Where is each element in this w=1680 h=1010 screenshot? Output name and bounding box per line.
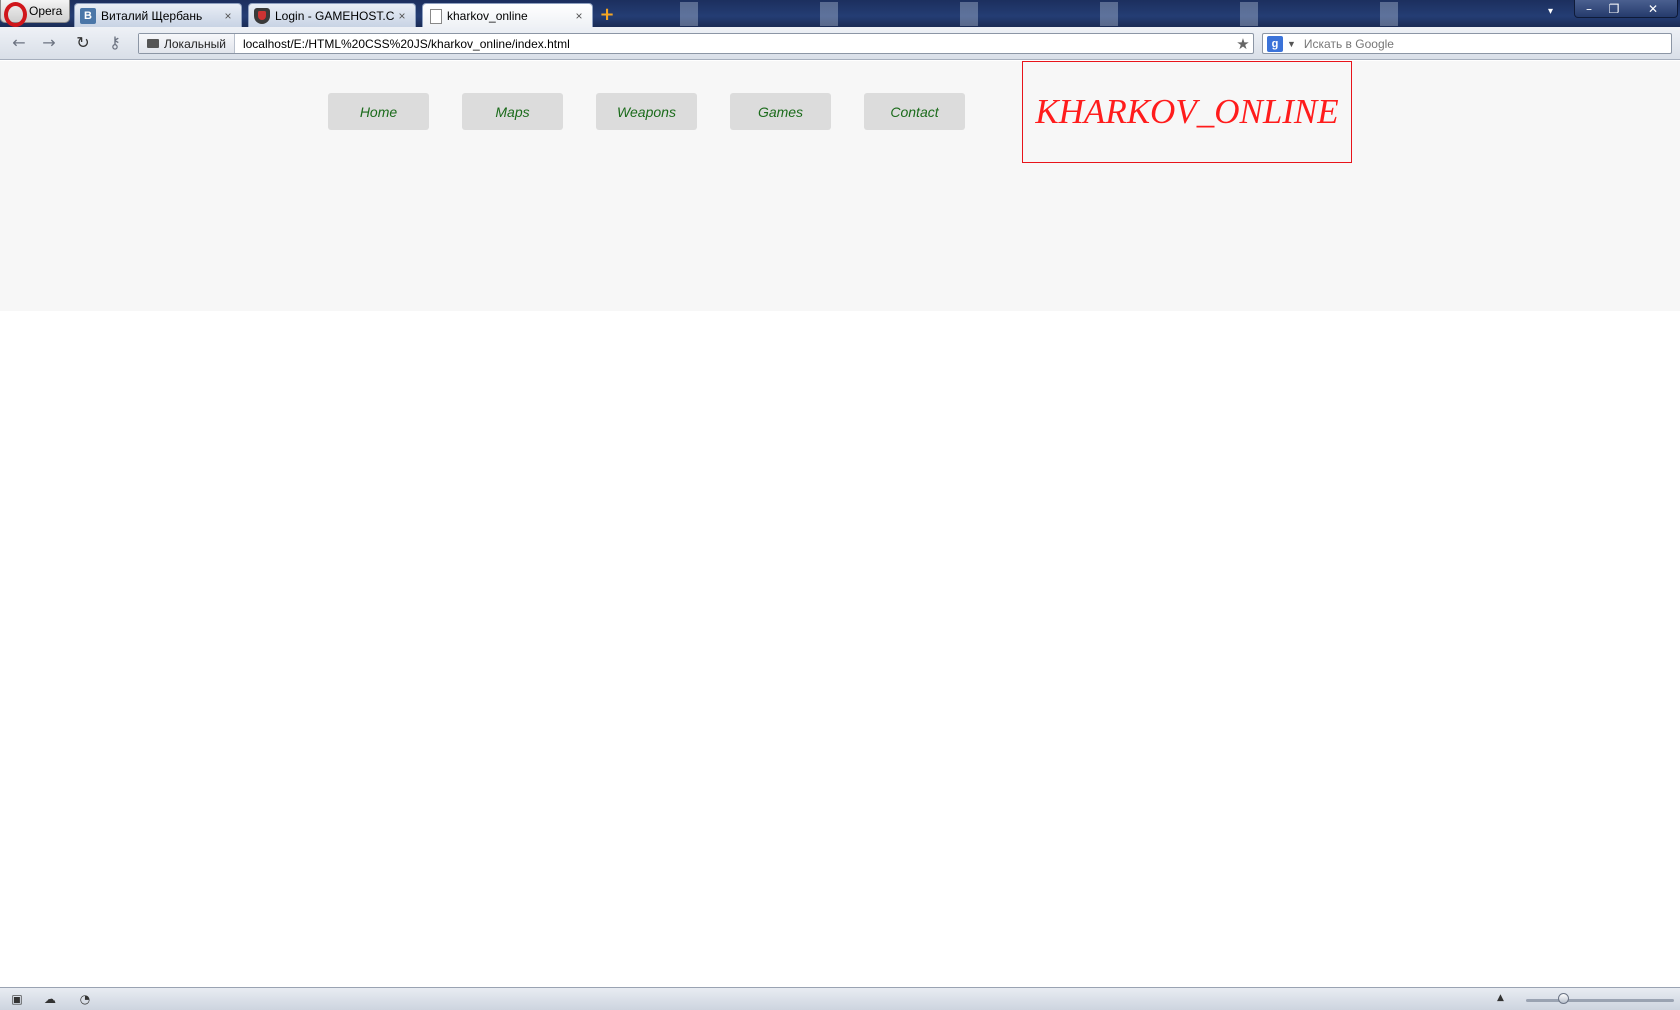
forward-arrow-icon[interactable]: →: [38, 33, 60, 53]
tab-vk[interactable]: B Виталий Щербань ×: [74, 3, 242, 27]
opera-menu-label: Opera: [29, 4, 63, 18]
local-site-badge[interactable]: Локальный: [139, 34, 235, 53]
new-tab-plus-icon[interactable]: +: [597, 5, 617, 25]
nav-contact-button[interactable]: Contact: [864, 93, 965, 130]
back-arrow-icon[interactable]: ←: [8, 33, 30, 53]
monitor-icon: [147, 39, 159, 48]
status-bar: ▣ ☁ ◔ ▲: [0, 987, 1680, 1010]
restore-icon[interactable]: ❐: [1601, 0, 1627, 18]
minimize-icon[interactable]: –: [1576, 0, 1602, 18]
tab-title: kharkov_online: [447, 9, 528, 23]
shield-icon: [254, 7, 270, 24]
google-icon[interactable]: g: [1267, 35, 1283, 52]
tab-kharkov-online[interactable]: kharkov_online ×: [422, 3, 593, 28]
site-header: Home Maps Weapons Games Contact KHARKOV_…: [0, 61, 1680, 311]
reload-icon[interactable]: ↻: [72, 33, 94, 53]
close-icon[interactable]: ×: [221, 9, 235, 23]
zoom-slider-thumb[interactable]: [1557, 993, 1569, 1004]
background-glimpse: [620, 2, 1520, 26]
nav-home-button[interactable]: Home: [328, 93, 429, 130]
close-icon[interactable]: ×: [395, 9, 409, 23]
site-logo: KHARKOV_ONLINE: [1022, 61, 1352, 163]
browser-titlebar: Opera B Виталий Щербань × Login - GAMEHO…: [0, 0, 1680, 28]
wand-key-icon[interactable]: ⚷: [104, 33, 126, 53]
page-icon: [430, 8, 442, 24]
tab-gamehost-login[interactable]: Login - GAMEHOST.CO... ×: [248, 3, 416, 27]
tab-title: Login - GAMEHOST.CO...: [275, 8, 395, 23]
opera-menu-button[interactable]: Opera: [0, 0, 70, 27]
panel-toggle-icon[interactable]: ▣: [9, 992, 25, 1006]
zoom-slider[interactable]: [1526, 999, 1674, 1002]
navigation-toolbar: ← → ↻ ⚷ Локальный localhost/E:/HTML%20CS…: [0, 27, 1680, 60]
engine-chevron-down-icon[interactable]: ▼: [1287, 39, 1296, 49]
vk-icon: B: [80, 7, 96, 24]
tab-title: Виталий Щербань: [101, 8, 203, 23]
local-badge-label: Локальный: [164, 36, 226, 51]
turbo-gauge-icon[interactable]: ◔: [77, 992, 93, 1006]
search-box[interactable]: g ▼ Искать в Google: [1262, 33, 1672, 54]
nav-maps-button[interactable]: Maps: [462, 93, 563, 130]
nav-weapons-button[interactable]: Weapons: [596, 93, 697, 130]
close-icon[interactable]: ×: [572, 9, 586, 23]
zoom-popup-chevron-up-icon[interactable]: ▲: [1497, 993, 1504, 1003]
url-input[interactable]: localhost/E:/HTML%20CSS%20JS/kharkov_onl…: [235, 37, 1233, 51]
close-window-icon[interactable]: ✕: [1640, 0, 1666, 18]
search-input[interactable]: Искать в Google: [1304, 37, 1394, 51]
tab-list-chevron-down-icon[interactable]: ▾: [1548, 6, 1553, 17]
opera-unite-cloud-icon[interactable]: ☁: [42, 992, 58, 1006]
opera-logo-icon: [3, 1, 27, 27]
bookmark-star-icon[interactable]: ★: [1233, 35, 1253, 53]
nav-games-button[interactable]: Games: [730, 93, 831, 130]
address-bar[interactable]: Локальный localhost/E:/HTML%20CSS%20JS/k…: [138, 33, 1254, 54]
